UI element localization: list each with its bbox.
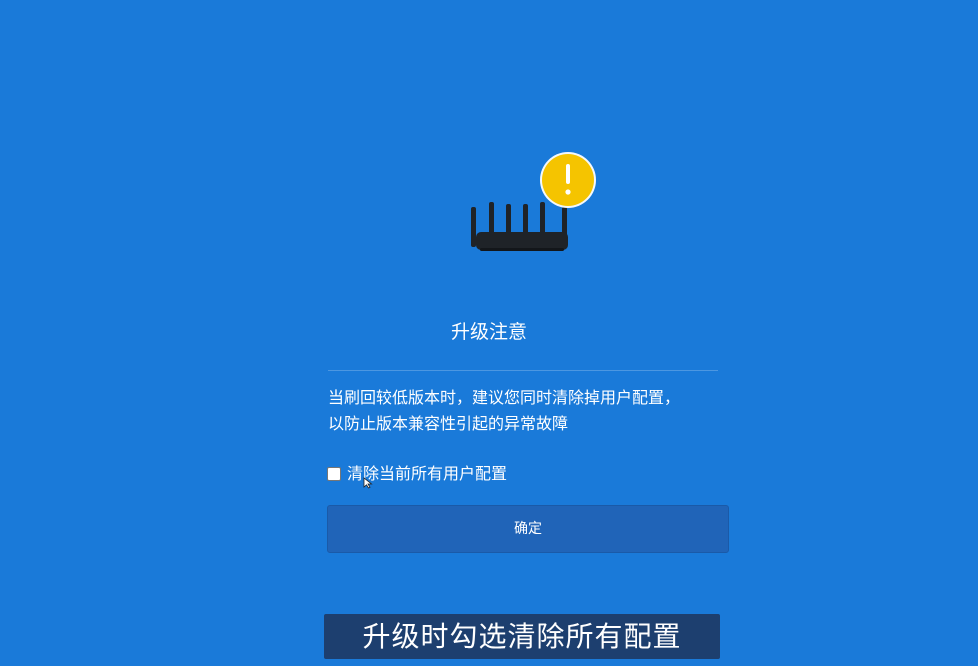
dialog-title: 升级注意 bbox=[450, 321, 527, 343]
video-caption: 升级时勾选清除所有配置 bbox=[324, 614, 720, 659]
router-icon bbox=[471, 152, 596, 251]
divider bbox=[328, 370, 718, 371]
confirm-button[interactable]: 确定 bbox=[327, 505, 729, 553]
message-line-2: 以防止版本兼容性引起的异常故障 bbox=[328, 414, 569, 433]
clear-config-checkbox-row[interactable]: 清除当前所有用户配置 bbox=[327, 462, 507, 486]
mouse-cursor-icon bbox=[363, 477, 373, 489]
warning-icon bbox=[540, 152, 596, 208]
message-line-1: 当刷回较低版本时，建议您同时清除掉用户配置， bbox=[328, 388, 681, 407]
clear-config-checkbox[interactable] bbox=[327, 467, 341, 481]
upgrade-notice-page: 升级注意 当刷回较低版本时，建议您同时清除掉用户配置， 以防止版本兼容性引起的异… bbox=[0, 0, 978, 666]
warning-message: 当刷回较低版本时，建议您同时清除掉用户配置， 以防止版本兼容性引起的异常故障 bbox=[328, 385, 728, 437]
